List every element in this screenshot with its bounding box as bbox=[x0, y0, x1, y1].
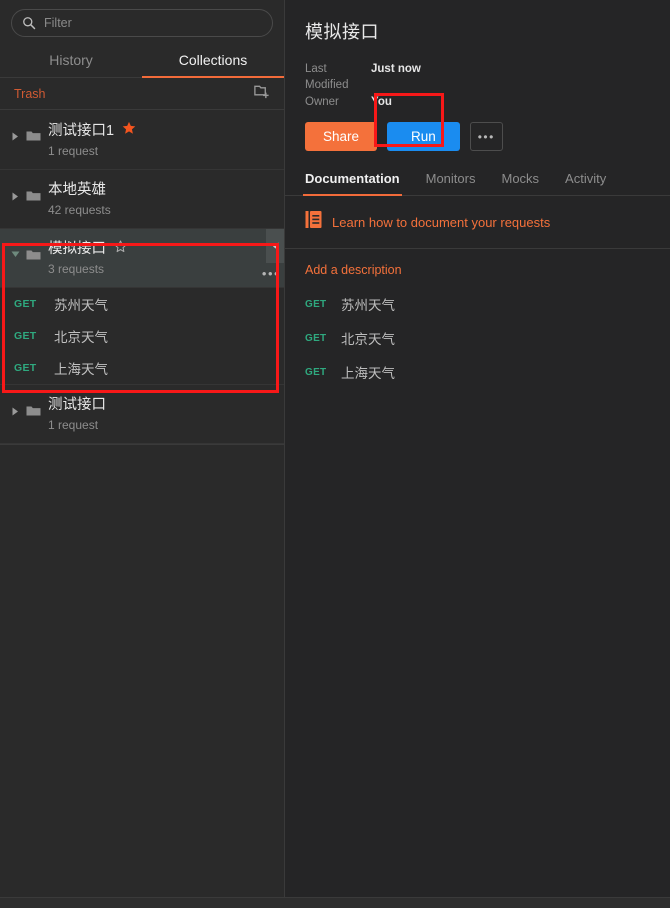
meta-value: You bbox=[371, 96, 392, 108]
collection-text: 模拟接口 3 requests bbox=[44, 240, 274, 276]
collection-row-selected[interactable]: 模拟接口 3 requests ••• bbox=[0, 229, 284, 288]
folder-icon bbox=[22, 181, 44, 202]
collection-name: 本地英雄 bbox=[48, 182, 106, 198]
learn-documentation-text: Learn how to document your requests bbox=[332, 214, 551, 230]
request-name: 北京天气 bbox=[54, 330, 108, 345]
tab-activity[interactable]: Activity bbox=[565, 165, 606, 195]
collection-text: 测试接口1 1 request bbox=[44, 121, 274, 158]
collection-row[interactable]: 测试接口 1 request bbox=[0, 384, 284, 444]
request-name: 苏州天气 bbox=[341, 298, 395, 313]
meta-label: Last Modified bbox=[305, 63, 349, 91]
request-name: 北京天气 bbox=[341, 332, 395, 347]
trash-link[interactable]: Trash bbox=[14, 87, 46, 101]
collection-text: 测试接口 1 request bbox=[44, 396, 274, 432]
book-icon bbox=[305, 210, 322, 234]
sidebar-tabs: History Collections bbox=[0, 45, 284, 78]
run-button[interactable]: Run bbox=[387, 122, 460, 151]
request-row[interactable]: GET 北京天气 bbox=[285, 321, 670, 355]
request-name: 苏州天气 bbox=[54, 298, 108, 313]
sidebar: History Collections Trash bbox=[0, 0, 285, 897]
action-buttons: Share Run ••• bbox=[305, 122, 650, 151]
learn-documentation-banner[interactable]: Learn how to document your requests bbox=[285, 196, 670, 249]
collection-row[interactable]: 本地英雄 42 requests bbox=[0, 170, 284, 229]
filter-container bbox=[0, 0, 284, 45]
collection-name: 测试接口 bbox=[48, 397, 106, 413]
chevron-right-icon[interactable] bbox=[8, 181, 22, 201]
new-collection-icon[interactable] bbox=[253, 83, 270, 105]
request-name: 上海天气 bbox=[341, 366, 395, 381]
main-split: History Collections Trash bbox=[0, 0, 670, 897]
chevron-right-icon[interactable] bbox=[8, 121, 22, 141]
star-outline-icon[interactable] bbox=[114, 240, 127, 258]
request-method: GET bbox=[305, 366, 327, 378]
search-icon bbox=[22, 16, 36, 30]
collapse-sidebar-button[interactable] bbox=[266, 229, 284, 263]
collection-header: 模拟接口 Last Modified Just now Owner You Sh… bbox=[285, 0, 670, 165]
more-options-button[interactable]: ••• bbox=[469, 122, 503, 151]
request-method: GET bbox=[14, 330, 37, 342]
status-bar bbox=[0, 897, 670, 908]
sidebar-empty-area bbox=[0, 444, 284, 445]
request-name: 上海天气 bbox=[54, 362, 108, 377]
add-description-link[interactable]: Add a description bbox=[285, 249, 422, 287]
request-row[interactable]: GET 上海天气 bbox=[0, 352, 284, 384]
collection-options-button[interactable]: ••• bbox=[260, 265, 282, 281]
detail-tabs: Documentation Monitors Mocks Activity bbox=[285, 165, 670, 196]
folder-icon bbox=[22, 396, 44, 417]
meta-last-modified: Last Modified Just now bbox=[305, 61, 650, 93]
meta-owner: Owner You bbox=[305, 94, 650, 110]
request-method: GET bbox=[14, 298, 37, 310]
postman-window: History Collections Trash bbox=[0, 0, 670, 908]
collection-row[interactable]: 测试接口1 1 request bbox=[0, 110, 284, 170]
meta-value: Just now bbox=[371, 63, 421, 75]
search-input[interactable] bbox=[44, 16, 262, 30]
folder-icon bbox=[22, 240, 44, 261]
main-request-list: GET 苏州天气 GET 北京天气 GET 上海天气 bbox=[285, 287, 670, 389]
request-row[interactable]: GET 上海天气 bbox=[285, 355, 670, 389]
collections-list: 测试接口1 1 request 本地英雄 42 requests 模拟接口 3 … bbox=[0, 110, 284, 897]
description-area: Add a description bbox=[285, 249, 670, 287]
collection-count: 1 request bbox=[48, 144, 99, 158]
collection-name: 测试接口1 bbox=[48, 122, 115, 139]
request-row[interactable]: GET 苏州天气 bbox=[285, 287, 670, 321]
collection-detail-panel: 模拟接口 Last Modified Just now Owner You Sh… bbox=[285, 0, 670, 897]
collection-count: 1 request bbox=[48, 418, 99, 432]
folder-icon bbox=[22, 121, 44, 142]
request-method: GET bbox=[14, 362, 37, 374]
meta-label: Owner bbox=[305, 96, 339, 108]
filter-box[interactable] bbox=[11, 9, 273, 37]
request-row[interactable]: GET 苏州天气 bbox=[0, 288, 284, 320]
collection-name: 模拟接口 bbox=[48, 241, 106, 257]
tab-documentation[interactable]: Documentation bbox=[303, 165, 402, 196]
tab-collections[interactable]: Collections bbox=[142, 45, 284, 78]
chevron-right-icon[interactable] bbox=[8, 396, 22, 416]
trash-row: Trash bbox=[0, 78, 284, 110]
tab-history[interactable]: History bbox=[0, 45, 142, 77]
page-title: 模拟接口 bbox=[305, 22, 379, 42]
collection-count: 3 requests bbox=[48, 262, 105, 276]
chevron-down-icon[interactable] bbox=[8, 240, 22, 258]
request-method: GET bbox=[305, 332, 327, 344]
request-row[interactable]: GET 北京天气 bbox=[0, 320, 284, 352]
collection-count: 42 requests bbox=[48, 203, 111, 217]
star-filled-icon[interactable] bbox=[122, 121, 136, 140]
request-method: GET bbox=[305, 298, 327, 310]
tab-mocks[interactable]: Mocks bbox=[501, 165, 539, 195]
share-button[interactable]: Share bbox=[305, 122, 378, 151]
collection-text: 本地英雄 42 requests bbox=[44, 181, 274, 217]
tab-monitors[interactable]: Monitors bbox=[426, 165, 476, 195]
